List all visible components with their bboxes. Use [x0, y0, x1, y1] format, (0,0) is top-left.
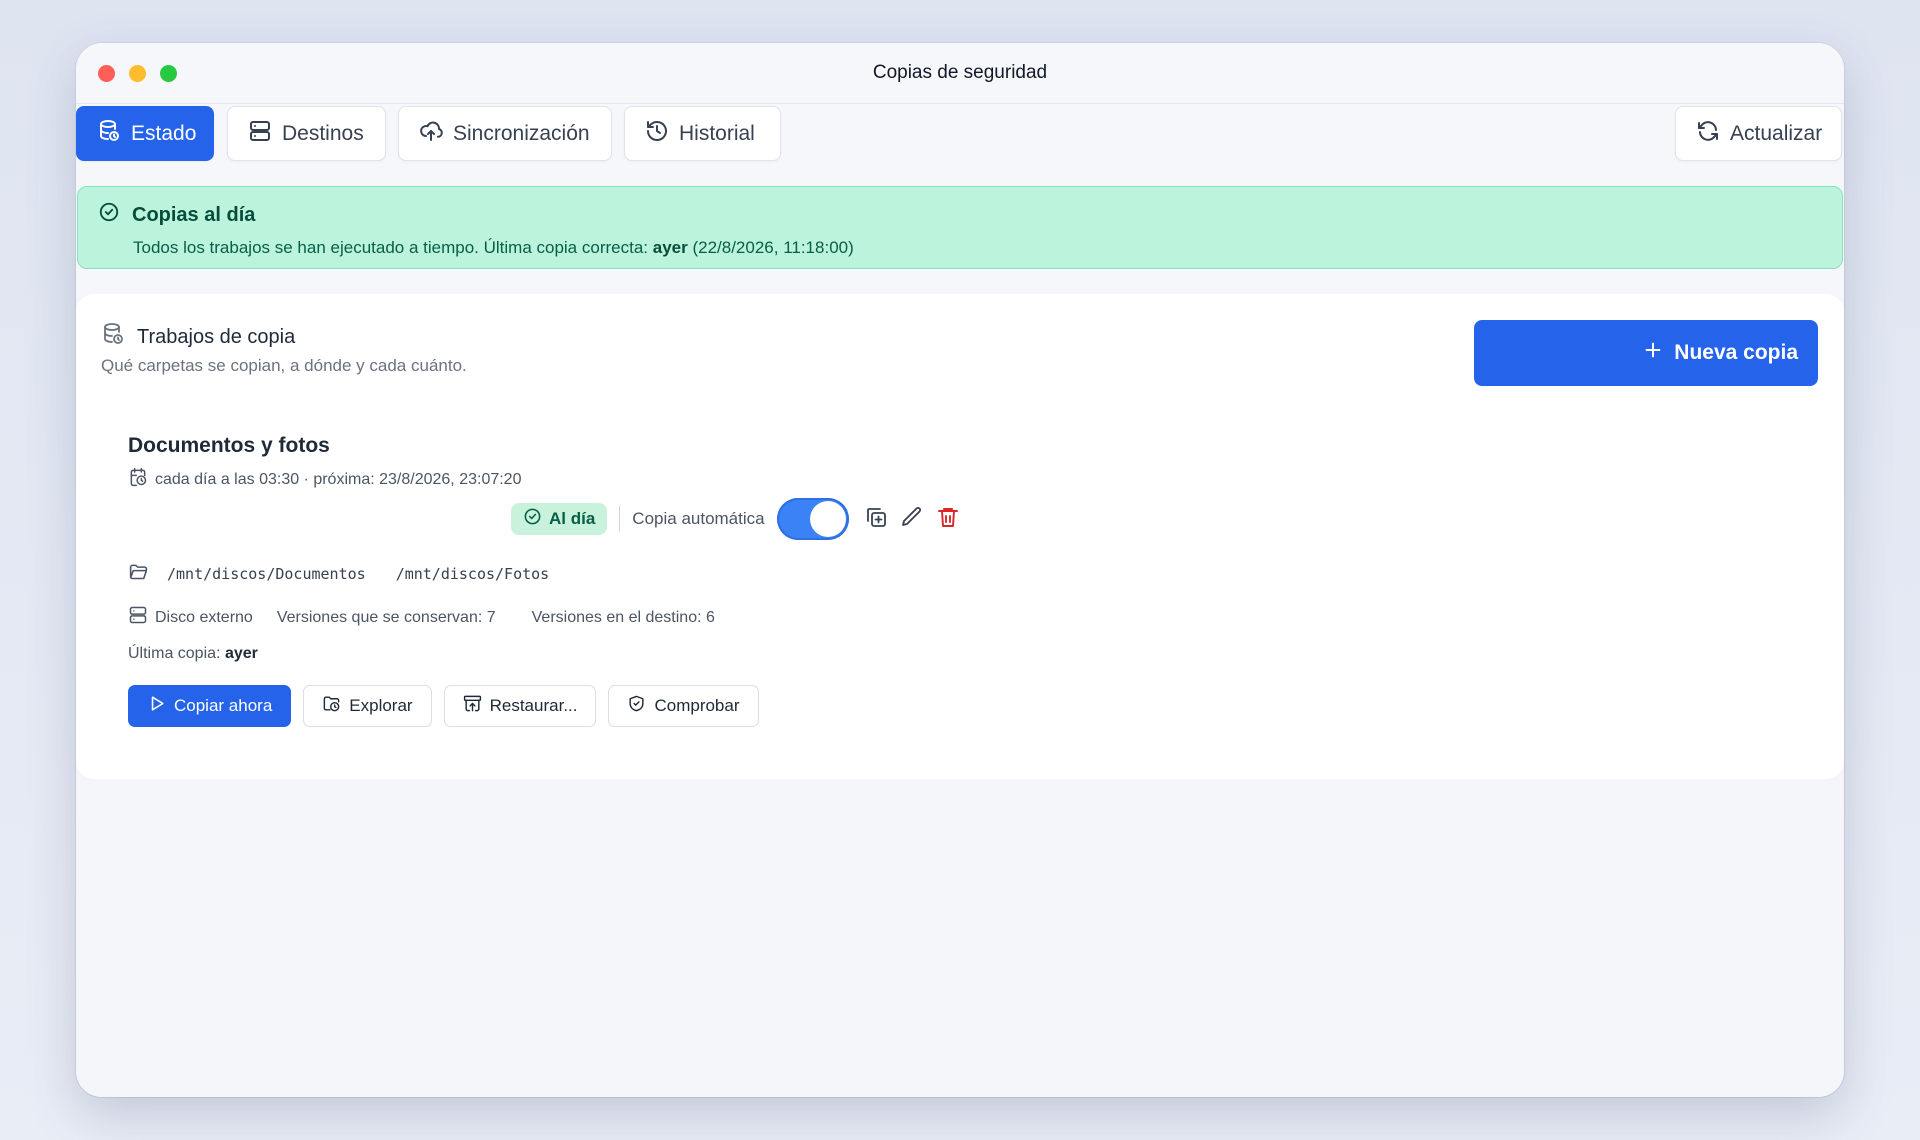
banner-text-bold: ayer [652, 238, 688, 257]
tab-label: Sincronización [453, 121, 590, 145]
check-circle-icon [98, 201, 120, 229]
shield-check-icon [627, 694, 646, 718]
last-copy-value: ayer [224, 645, 258, 662]
maximize-window-button[interactable] [160, 65, 177, 82]
minimize-window-button[interactable] [129, 65, 146, 82]
new-backup-label: Nueva copia [1674, 341, 1798, 364]
calendar-clock-icon [128, 467, 148, 492]
tab-label: Destinos [282, 121, 364, 145]
source-paths-row: /mnt/discos/Documentos /mnt/discos/Fotos [128, 561, 549, 586]
divider [619, 506, 621, 532]
banner-text: Todos los trabajos se han ejecutado a ti… [98, 238, 1822, 258]
tab-estado[interactable]: Estado [76, 106, 214, 161]
status-badge: Al día [511, 503, 608, 535]
destination-name: Disco externo [155, 608, 253, 626]
check-circle-icon [523, 507, 542, 531]
restore-button[interactable]: Restaurar... [443, 685, 597, 727]
app-window: Copias de seguridad Estado Destinos Sinc… [76, 43, 1844, 1097]
job-schedule: cada día a las 03:30 · próxima: 23/8/202… [155, 470, 522, 488]
tab-label: Estado [131, 121, 197, 145]
status-badge-label: Al día [549, 509, 596, 528]
banner-text-prefix: Todos los trabajos se han ejecutado a ti… [133, 238, 648, 257]
verify-button[interactable]: Comprobar [608, 685, 759, 727]
jobs-card: Trabajos de copia Qué carpetas se copian… [76, 294, 1844, 779]
history-icon [645, 119, 669, 149]
tab-historial[interactable]: Historial [624, 106, 781, 161]
play-icon [147, 694, 166, 718]
tab-sincronizacion[interactable]: Sincronización [398, 106, 612, 161]
new-backup-button[interactable]: Nueva copia [1474, 320, 1818, 386]
banner-text-suffix: (22/8/2026, 11:18:00) [692, 238, 854, 257]
refresh-button[interactable]: Actualizar [1675, 106, 1842, 161]
restore-label: Restaurar... [489, 696, 578, 715]
source-path: /mnt/discos/Documentos [167, 564, 366, 583]
server-icon [128, 605, 155, 630]
tab-bar: Estado Destinos Sincronización Historial… [76, 106, 1844, 162]
folder-clock-icon [322, 694, 341, 718]
refresh-icon [1696, 119, 1720, 149]
last-copy-row: Última copia: ayer [128, 645, 258, 663]
auto-copy-label: Copia automática [632, 509, 765, 528]
job-actions: Copiar ahora Explorar Restaurar... Compr… [128, 685, 759, 727]
job-header: Documentos y fotos cada día a las 03:30 … [128, 434, 1328, 492]
folder-icon [128, 561, 167, 586]
delete-job-button[interactable] [933, 504, 963, 534]
database-history-icon [97, 119, 121, 149]
source-path: /mnt/discos/Fotos [395, 564, 550, 583]
title-bar: Copias de seguridad [76, 43, 1844, 104]
duplicate-job-button[interactable] [861, 504, 891, 534]
status-banner: Copias al día Todos los trabajos se han … [77, 186, 1843, 269]
archive-restore-icon [463, 694, 482, 718]
job-status-row: Al día Copia automática [511, 498, 963, 540]
jobs-title: Trabajos de copia [137, 325, 296, 348]
tab-label: Historial [679, 121, 755, 145]
explore-button[interactable]: Explorar [303, 685, 432, 727]
window-title: Copias de seguridad [872, 62, 1048, 83]
jobs-subtitle: Qué carpetas se copian, a dónde y cada c… [101, 356, 467, 375]
server-icon [248, 119, 272, 149]
refresh-label: Actualizar [1730, 121, 1823, 145]
cloud-upload-icon [419, 119, 443, 149]
last-copy-label: Última copia: [128, 645, 221, 662]
jobs-heading: Trabajos de copia [101, 322, 295, 352]
job-meta-row: Disco externo Versiones que se conservan… [128, 605, 715, 630]
banner-title: Copias al día [132, 203, 256, 226]
versions-in-destination: Versiones en el destino: 6 [531, 608, 715, 626]
job-schedule-row: cada día a las 03:30 · próxima: 23/8/202… [128, 467, 1328, 492]
edit-job-button[interactable] [897, 504, 927, 534]
pencil-icon [900, 505, 924, 534]
database-history-icon [101, 322, 125, 352]
plus-icon [1642, 339, 1664, 367]
close-window-button[interactable] [98, 65, 115, 82]
toggle-knob [809, 501, 846, 537]
job-name: Documentos y fotos [128, 434, 330, 457]
auto-copy-toggle[interactable] [776, 498, 849, 540]
copy-now-label: Copiar ahora [174, 696, 273, 715]
trash-icon [936, 505, 960, 534]
verify-label: Comprobar [654, 696, 740, 715]
copy-plus-icon [864, 505, 888, 534]
explore-label: Explorar [349, 696, 413, 715]
window-controls [98, 65, 177, 82]
banner-heading: Copias al día [98, 201, 1822, 229]
versions-kept: Versiones que se conservan: 7 [276, 608, 496, 626]
tab-destinos[interactable]: Destinos [227, 106, 386, 161]
copy-now-button[interactable]: Copiar ahora [128, 685, 292, 727]
